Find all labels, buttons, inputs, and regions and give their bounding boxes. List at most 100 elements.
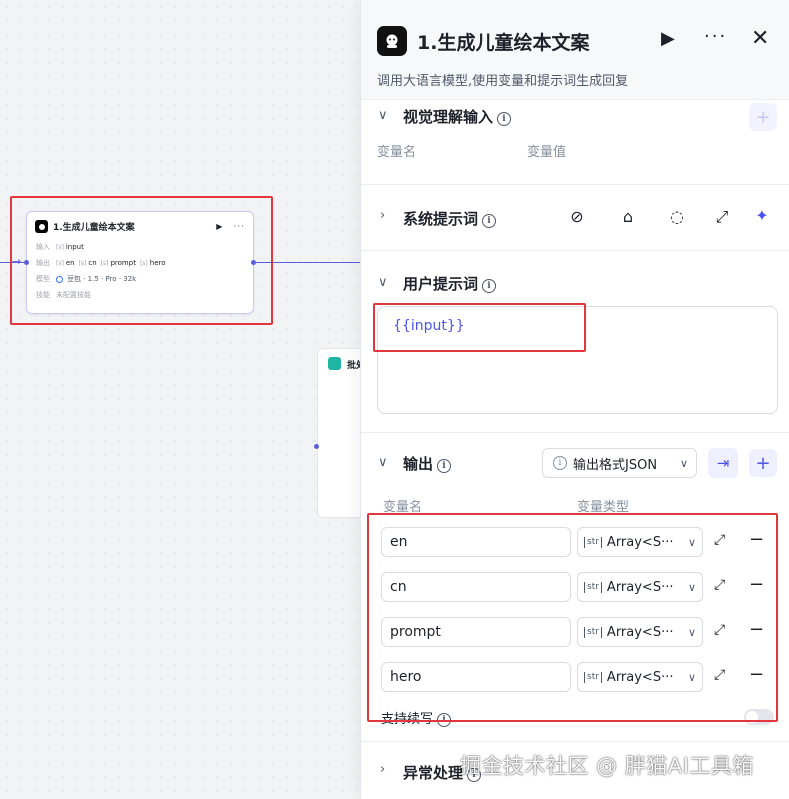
info-icon[interactable]: i: [482, 214, 497, 228]
skill-key: 技能: [36, 291, 50, 299]
compass-icon[interactable]: ⊘: [567, 207, 587, 226]
output-type-value: Array<S···: [606, 579, 674, 595]
more-icon[interactable]: ···: [233, 222, 245, 232]
info-icon[interactable]: i: [437, 713, 452, 727]
output-tag: cn: [88, 259, 97, 267]
output-row: prompt str Array<S··· ∨ ⤢ −: [381, 617, 771, 647]
chevron-down-icon[interactable]: ∨: [378, 455, 388, 470]
output-key: 输出: [36, 259, 50, 267]
output-row: hero str Array<S··· ∨ ⤢ −: [381, 662, 771, 692]
add-output-button[interactable]: +: [749, 449, 777, 477]
vision-col-name: 变量名: [377, 145, 417, 160]
output-title-text: 输出: [403, 455, 434, 473]
node-output-row: 输出 [s] en [s] cn [s] prompt [s] hero: [27, 255, 253, 271]
vision-title-text: 视觉理解输入: [403, 108, 494, 126]
llm-node-card[interactable]: 1.生成儿童绘本文案 ▶ ··· 输入 [s] input 输出 [s] en [s…: [26, 211, 254, 314]
output-tag: en: [65, 259, 75, 267]
library-icon[interactable]: ⌂: [618, 207, 638, 226]
continue-writing-label: 支持续写 i: [381, 708, 452, 727]
output-type-select[interactable]: str Array<S··· ∨: [577, 572, 703, 602]
output-format-label: 输出格式JSON: [573, 457, 658, 473]
run-icon[interactable]: ▶: [216, 222, 222, 231]
output-type-value: Array<S···: [606, 534, 674, 550]
remove-icon[interactable]: −: [749, 574, 764, 595]
output-format-select[interactable]: i 输出格式JSON ∨: [542, 448, 697, 478]
input-key: 输入: [36, 243, 50, 251]
play-icon[interactable]: ▶: [661, 28, 675, 49]
close-icon[interactable]: ✕: [751, 26, 769, 51]
model-icon: [56, 275, 63, 283]
divider: [361, 432, 789, 433]
chevron-down-icon: ∨: [687, 535, 696, 549]
expand-icon[interactable]: ⤢: [714, 532, 725, 548]
output-name-input[interactable]: prompt: [381, 617, 571, 647]
info-icon[interactable]: i: [497, 112, 512, 126]
expand-icon[interactable]: ⤢: [714, 622, 725, 638]
chevron-right-icon[interactable]: ›: [380, 208, 385, 223]
edge-out: [256, 262, 360, 263]
edge-arrow: →: [12, 255, 22, 268]
user-prompt-content[interactable]: {{input}}: [393, 318, 465, 334]
llm-logo-icon: [377, 26, 407, 56]
bulb-icon[interactable]: ◌: [667, 207, 687, 226]
chevron-down-icon[interactable]: ∨: [378, 108, 388, 123]
exception-title-text: 异常处理: [403, 764, 464, 782]
system-prompt-section-title[interactable]: 系统提示词 i: [403, 208, 497, 229]
output-name-input[interactable]: en: [381, 527, 571, 557]
chevron-down-icon: ∨: [687, 580, 696, 594]
str-icon: str: [584, 536, 602, 548]
str-icon: [s]: [78, 259, 87, 267]
output-name-input[interactable]: cn: [381, 572, 571, 602]
info-icon[interactable]: i: [437, 459, 452, 473]
batch-input-port[interactable]: [314, 444, 319, 449]
divider: [361, 250, 789, 251]
sparkle-icon[interactable]: ✦: [752, 206, 772, 225]
expand-icon[interactable]: ⤢: [712, 207, 732, 227]
canvas[interactable]: → 1.生成儿童绘本文案 ▶ ··· 输入 [s] input 输出 [s] en …: [0, 0, 387, 799]
str-icon: str: [584, 671, 602, 683]
remove-icon[interactable]: −: [749, 619, 764, 640]
system-prompt-title-text: 系统提示词: [403, 210, 479, 228]
output-row: en str Array<S··· ∨ ⤢ −: [381, 527, 771, 557]
expand-icon[interactable]: ⤢: [714, 667, 725, 683]
import-button[interactable]: ⇥: [708, 448, 738, 478]
output-col-type: 变量类型: [577, 500, 630, 515]
add-vision-button[interactable]: +: [749, 103, 777, 131]
node-output-port[interactable]: [251, 260, 256, 265]
user-prompt-editor[interactable]: {{input}}: [377, 306, 778, 414]
output-section-title[interactable]: 输出 i: [403, 453, 452, 474]
panel-description: 调用大语言模型,使用变量和提示词生成回复: [377, 74, 629, 89]
chevron-down-icon[interactable]: ∨: [378, 275, 388, 290]
output-type-select[interactable]: str Array<S··· ∨: [577, 617, 703, 647]
model-value: 豆包 · 1.5 · Pro · 32k: [67, 275, 137, 283]
output-tag: prompt: [110, 259, 136, 267]
remove-icon[interactable]: −: [749, 529, 764, 550]
node-input-row: 输入 [s] input: [27, 239, 253, 255]
panel-title: 1.生成儿童绘本文案: [417, 32, 590, 54]
str-icon: [s]: [56, 259, 64, 267]
output-tag: hero: [149, 259, 166, 267]
divider: [361, 741, 789, 742]
user-prompt-section-title[interactable]: 用户提示词 i: [403, 273, 497, 294]
node-input-port[interactable]: [24, 260, 29, 265]
info-icon[interactable]: i: [482, 279, 497, 293]
node-config-panel: 1.生成儿童绘本文案 ▶ ··· ✕ 调用大语言模型,使用变量和提示词生成回复 …: [360, 0, 789, 799]
divider: [361, 184, 789, 185]
vision-section-title[interactable]: 视觉理解输入 i: [403, 106, 512, 127]
str-icon: str: [584, 581, 602, 593]
str-icon: [s]: [100, 259, 109, 267]
node-model-row: 模型 豆包 · 1.5 · Pro · 32k: [27, 271, 253, 287]
output-type-select[interactable]: str Array<S··· ∨: [577, 662, 703, 692]
output-col-name: 变量名: [383, 500, 423, 515]
info-icon[interactable]: i: [467, 768, 482, 782]
exception-section-title[interactable]: 异常处理 i: [403, 762, 482, 783]
chevron-right-icon[interactable]: ›: [380, 762, 385, 777]
output-type-value: Array<S···: [606, 624, 674, 640]
output-name-input[interactable]: hero: [381, 662, 571, 692]
more-icon[interactable]: ···: [704, 26, 727, 47]
expand-icon[interactable]: ⤢: [714, 577, 725, 593]
remove-icon[interactable]: −: [749, 664, 764, 685]
continue-writing-toggle[interactable]: [744, 709, 774, 725]
info-icon: i: [553, 456, 567, 470]
output-type-select[interactable]: str Array<S··· ∨: [577, 527, 703, 557]
